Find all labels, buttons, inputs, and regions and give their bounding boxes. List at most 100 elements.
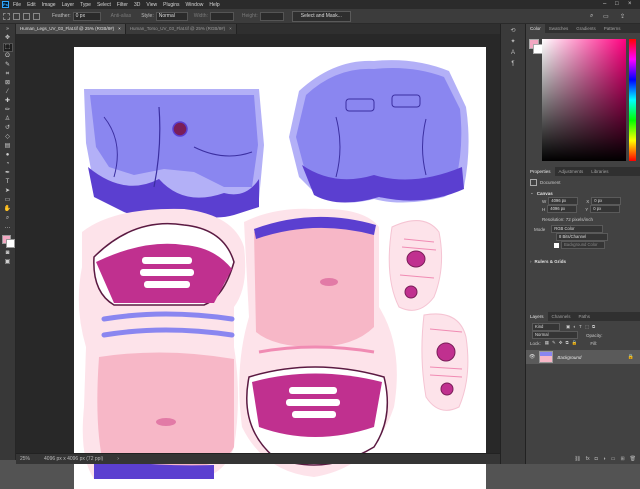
blend-mode-select[interactable]: Normal <box>532 331 578 339</box>
delete-layer-icon[interactable]: 🗑 <box>630 456 636 462</box>
mode-select[interactable]: RGB Color <box>551 225 604 233</box>
close-tab-icon[interactable]: × <box>229 24 232 34</box>
menu-image[interactable]: Image <box>42 2 56 8</box>
adjustment-layer-icon[interactable]: ◑ <box>603 456 606 462</box>
brush-settings-icon[interactable]: ✦ <box>509 39 518 46</box>
clone-stamp-tool-icon[interactable]: ♙ <box>4 116 12 123</box>
rulers-section[interactable]: › Rulers & Grids <box>526 257 640 265</box>
background-color-select[interactable]: Background Color <box>561 241 605 249</box>
menu-filter[interactable]: Filter <box>117 2 128 8</box>
bit-depth-select[interactable]: 8 Bits/Channel <box>556 233 608 241</box>
tab-paths[interactable]: Paths <box>575 312 595 321</box>
layer-name[interactable]: Background <box>557 355 581 360</box>
zoom-tool-icon[interactable]: ⌕ <box>4 215 12 222</box>
gradient-tool-icon[interactable]: ▤ <box>4 143 12 150</box>
menu-window[interactable]: Window <box>186 2 204 8</box>
zoom-level[interactable]: 25% <box>20 456 30 462</box>
collapse-tools-icon[interactable]: » <box>4 26 12 33</box>
close-tab-icon[interactable]: × <box>118 24 121 34</box>
hue-slider[interactable] <box>629 39 636 161</box>
fx-icon[interactable]: fx <box>586 456 590 462</box>
tab-channels[interactable]: Channels <box>548 312 575 321</box>
quick-mask-icon[interactable]: ◙ <box>4 250 12 257</box>
eraser-tool-icon[interactable]: ◇ <box>4 134 12 141</box>
select-and-mask-button[interactable]: Select and Mask... <box>291 10 351 22</box>
subtract-selection-icon[interactable] <box>33 12 40 20</box>
add-selection-icon[interactable] <box>23 12 30 20</box>
tab-adjustments[interactable]: Adjustments <box>555 167 588 176</box>
filter-icons[interactable]: ▣◐T⬚⧉ <box>566 324 598 330</box>
visibility-eye-icon[interactable]: 👁 <box>529 354 535 360</box>
chevron-right-icon[interactable]: › <box>530 259 532 264</box>
canvas-height-input[interactable]: 4096 px <box>547 205 578 213</box>
new-selection-icon[interactable] <box>13 12 20 20</box>
path-selection-tool-icon[interactable]: ➤ <box>4 188 12 195</box>
layer-row-background[interactable]: 👁 Background 🔒 <box>526 350 640 364</box>
lasso-tool-icon[interactable]: ʘ <box>4 53 12 60</box>
search-icon[interactable]: ⌕ <box>590 13 593 20</box>
canvas-area[interactable] <box>16 34 500 489</box>
blur-tool-icon[interactable]: ● <box>4 152 12 159</box>
tab-color[interactable]: Color <box>526 24 545 33</box>
rectangular-marquee-tool-icon[interactable]: ⬚ <box>2 43 13 52</box>
antialias-checkbox[interactable]: Anti-alias <box>111 13 132 19</box>
quick-selection-tool-icon[interactable]: ✎ <box>4 62 12 69</box>
tab-libraries[interactable]: Libraries <box>587 167 612 176</box>
background-color-swatch[interactable] <box>5 239 15 248</box>
tab-human-legs[interactable]: Human_Legs_UV_03_Flat.tif @ 25% (RGB/8#)… <box>16 24 126 34</box>
crop-tool-icon[interactable]: ⌗ <box>4 71 12 78</box>
link-layers-icon[interactable]: ⛓ <box>574 456 580 462</box>
canvas-width-input[interactable]: 4096 px <box>548 197 579 205</box>
history-panel-icon[interactable]: ⟲ <box>509 28 518 35</box>
brush-tool-icon[interactable]: ✏ <box>4 107 12 114</box>
group-icon[interactable]: ▭ <box>611 456 616 462</box>
dodge-tool-icon[interactable]: ◔ <box>4 161 12 168</box>
history-brush-tool-icon[interactable]: ↺ <box>4 125 12 132</box>
paragraph-panel-icon[interactable]: ¶ <box>509 61 518 68</box>
background-swatch[interactable] <box>554 242 559 248</box>
tab-properties[interactable]: Properties <box>526 167 555 176</box>
menu-help[interactable]: Help <box>209 2 219 8</box>
type-tool-icon[interactable]: T <box>4 179 12 186</box>
tab-layers[interactable]: Layers <box>526 312 548 321</box>
spot-healing-tool-icon[interactable]: ✚ <box>4 98 12 105</box>
share-icon[interactable]: ⇪ <box>620 13 625 20</box>
canvas-x-input[interactable]: 0 px <box>591 197 622 205</box>
more-tools-icon[interactable]: … <box>4 224 12 231</box>
mask-icon[interactable]: ◘ <box>595 456 598 462</box>
move-tool-icon[interactable]: ✥ <box>4 35 12 42</box>
tab-human-torso[interactable]: Human_Torso_UV_03_Flat.tif @ 25% (RGB/8#… <box>125 24 237 34</box>
width-input[interactable] <box>209 11 234 21</box>
height-input[interactable] <box>259 11 284 21</box>
canvas-section[interactable]: ⌄ Canvas <box>526 189 640 197</box>
menu-file[interactable]: File <box>13 2 21 8</box>
menu-plugins[interactable]: Plugins <box>163 2 179 8</box>
menu-select[interactable]: Select <box>97 2 111 8</box>
tab-gradients[interactable]: Gradients <box>572 24 600 33</box>
menu-edit[interactable]: Edit <box>27 2 36 8</box>
status-menu-arrow-icon[interactable]: › <box>117 456 119 462</box>
document-canvas[interactable] <box>74 47 486 489</box>
eyedropper-tool-icon[interactable]: ⁄ <box>4 89 12 96</box>
color-picker-field[interactable] <box>542 39 626 161</box>
marquee-tool-preset-icon[interactable] <box>3 12 10 20</box>
menu-layer[interactable]: Layer <box>62 2 75 8</box>
screen-mode-icon[interactable]: ▣ <box>4 259 12 266</box>
chevron-down-icon[interactable]: ⌄ <box>530 190 534 196</box>
canvas-y-input[interactable]: 0 px <box>590 205 621 213</box>
menu-3d[interactable]: 3D <box>134 2 140 8</box>
layer-kind-filter[interactable]: Kind <box>532 323 560 331</box>
maximize-icon[interactable]: □ <box>615 1 619 7</box>
menu-view[interactable]: View <box>146 2 157 8</box>
minimize-icon[interactable]: – <box>603 1 606 7</box>
pen-tool-icon[interactable]: ✒ <box>4 170 12 177</box>
workspace-icon[interactable]: ▭ <box>603 13 609 20</box>
style-select[interactable]: Normal <box>155 11 188 21</box>
menu-type[interactable]: Type <box>80 2 91 8</box>
feather-input[interactable]: 0 px <box>72 11 101 21</box>
new-layer-icon[interactable]: ⊞ <box>620 456 624 462</box>
rectangle-tool-icon[interactable]: ▭ <box>4 197 12 204</box>
tab-patterns[interactable]: Patterns <box>600 24 625 33</box>
close-window-icon[interactable]: × <box>628 1 632 7</box>
tab-swatches[interactable]: Swatches <box>545 24 573 33</box>
